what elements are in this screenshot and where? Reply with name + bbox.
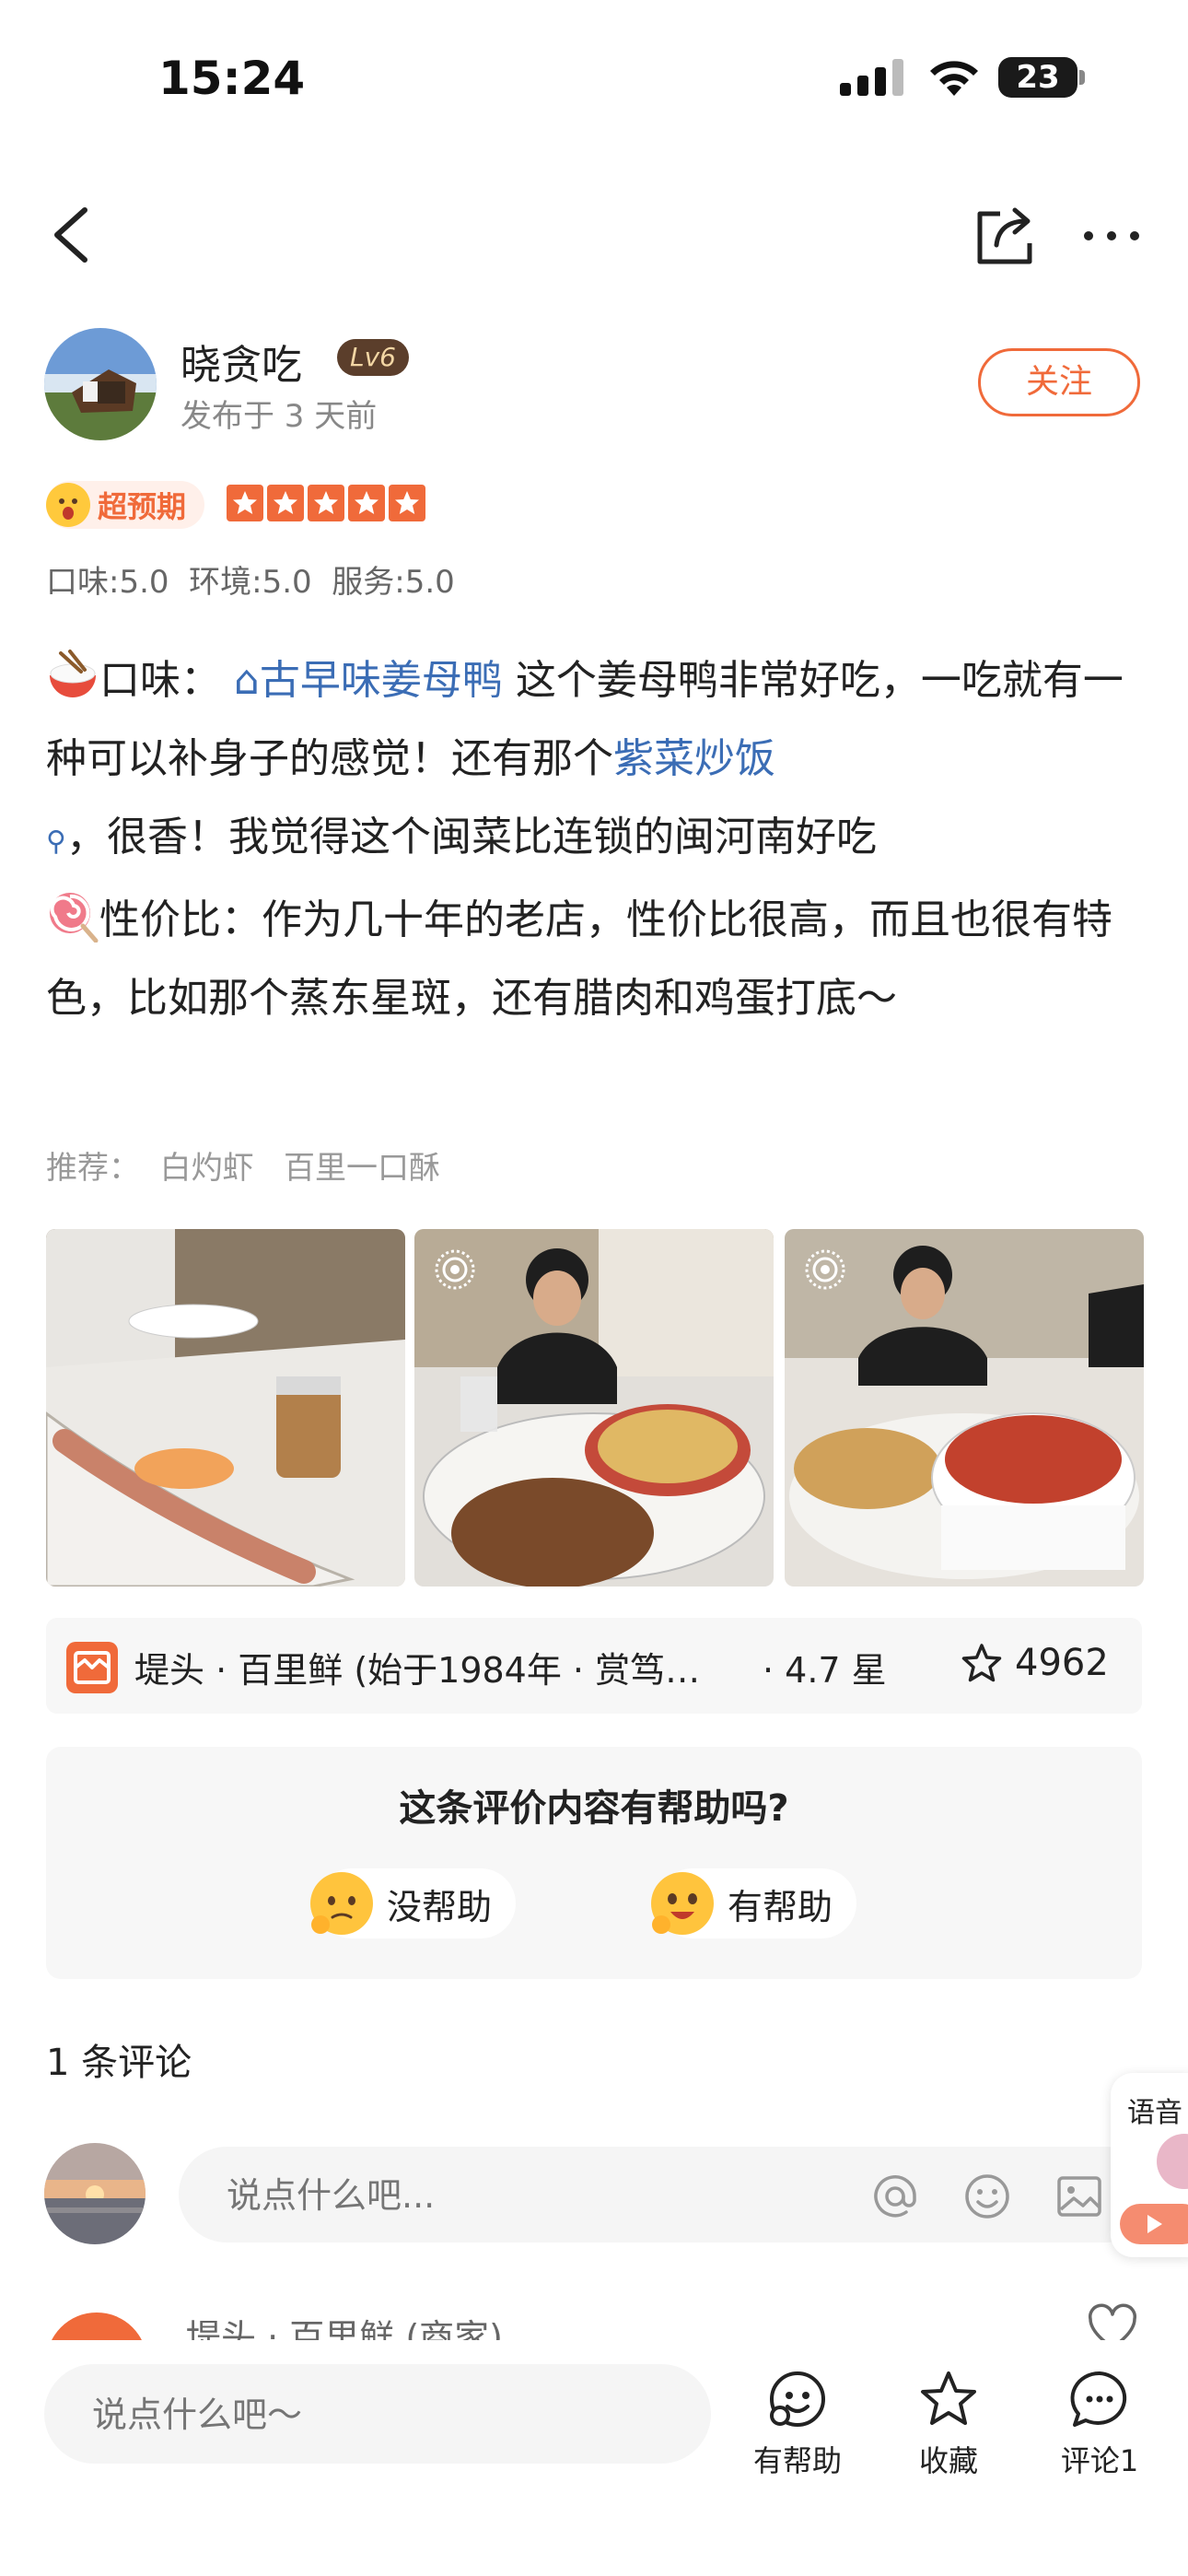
taste-label: 口味： <box>99 657 221 704</box>
exceed-expectation-badge: 超预期 <box>46 481 205 529</box>
value-label: 性价比： <box>99 896 262 943</box>
dish-tag-seaweed-rice[interactable]: 紫菜炒饭 <box>613 735 775 782</box>
voice-avatar <box>1157 2134 1188 2189</box>
collect-action[interactable]: 收藏 <box>884 2368 1013 2480</box>
lollipop-icon <box>50 893 99 943</box>
comment-input[interactable] <box>225 2147 781 2244</box>
star-icon <box>308 485 344 521</box>
comment-bubble-icon <box>1070 2371 1127 2427</box>
review-text: 口味： ⌂古早味姜母鸭 这个姜母鸭非常好吃，一吃就有一种可以补身子的感觉！还有那… <box>46 641 1142 1037</box>
live-photo-icon <box>805 1249 845 1290</box>
shop-card[interactable]: 堤头 · 百里鲜 (始于1984年 · 赏笃… · 4.7 星 4962 <box>46 1618 1142 1714</box>
star-rating <box>227 485 425 521</box>
comment-count: 1 条评论 <box>46 2042 192 2084</box>
author-avatar[interactable] <box>44 328 157 440</box>
star-icon <box>389 485 425 521</box>
exceed-expectation-label: 超预期 <box>98 489 187 524</box>
helpful-action-label: 有帮助 <box>752 2443 842 2478</box>
author-name[interactable]: 晓贪吃 <box>181 332 302 391</box>
dish-tag-ginger-duck[interactable]: ⌂古早味姜母鸭 <box>234 657 503 704</box>
star-icon <box>267 485 304 521</box>
post-time: 发布于 3 天前 <box>181 398 378 435</box>
comment-input-box[interactable] <box>179 2147 1155 2244</box>
wifi-icon <box>930 61 978 96</box>
helpful-action[interactable]: 有帮助 <box>733 2368 862 2480</box>
comment-action[interactable]: 评论1 <box>1035 2368 1164 2480</box>
bottom-action-bar: 有帮助 收藏 评论1 <box>0 2340 1188 2576</box>
helpful-card: 这条评价内容有帮助吗? 没帮助 有帮助 <box>46 1747 1142 1979</box>
shop-icon <box>66 1642 118 1693</box>
helpful-button[interactable]: 有帮助 <box>651 1868 857 1938</box>
cellular-signal-icon <box>840 59 903 96</box>
taste-paragraph: 口味： ⌂古早味姜母鸭 这个姜母鸭非常好吃，一吃就有一种可以补身子的感觉！还有那… <box>46 641 1142 881</box>
share-icon[interactable] <box>973 203 1037 267</box>
star-icon <box>348 485 385 521</box>
battery-tip <box>1079 70 1085 85</box>
level-badge: Lv6 <box>337 339 409 376</box>
search-icon[interactable]: ⚲ <box>46 825 66 858</box>
review-photo-1[interactable] <box>46 1229 405 1587</box>
battery-indicator: 23 <box>998 57 1077 98</box>
more-icon[interactable] <box>1081 217 1142 254</box>
voice-play-icon[interactable] <box>1120 2204 1188 2244</box>
collect-action-label: 收藏 <box>918 2443 978 2478</box>
confused-face-icon <box>310 1872 373 1935</box>
rice-bowl-icon <box>50 650 96 697</box>
bottom-comment-input[interactable] <box>90 2364 665 2465</box>
review-photo-3[interactable] <box>785 1229 1144 1587</box>
shop-name: 堤头 · 百里鲜 (始于1984年 · 赏笃… <box>134 1650 701 1691</box>
shop-favorite-count: 4962 <box>1015 1642 1109 1684</box>
helpful-face-icon <box>770 2371 825 2427</box>
bottom-comment-box[interactable] <box>44 2364 711 2465</box>
image-icon[interactable] <box>1055 2172 1103 2220</box>
chevron-left-icon[interactable] <box>46 203 101 267</box>
star-outline-icon[interactable] <box>960 1642 1004 1686</box>
recommended-dishes: 推荐： 白灼虾 百里一口酥 <box>46 1150 441 1187</box>
not-helpful-label: 没帮助 <box>387 1886 493 1927</box>
sub-scores: 口味:5.0 环境:5.0 服务:5.0 <box>46 564 455 601</box>
value-paragraph: 性价比：作为几十年的老店，性价比很高，而且也很有特色，比如那个蒸东星斑，还有腊肉… <box>46 881 1142 1037</box>
shop-rating: · 4.7 星 <box>763 1650 887 1691</box>
voice-label: 语音 <box>1127 2097 1182 2129</box>
my-avatar <box>44 2143 146 2244</box>
review-photo-2[interactable] <box>414 1229 774 1587</box>
live-photo-icon <box>435 1249 475 1290</box>
star-icon <box>227 485 263 521</box>
star-outline-icon <box>921 2371 976 2425</box>
at-mention-icon[interactable] <box>871 2172 919 2220</box>
emoji-icon[interactable] <box>963 2172 1011 2220</box>
comment-action-label: 评论1 <box>1060 2443 1139 2478</box>
happy-face-icon <box>651 1872 714 1935</box>
not-helpful-button[interactable]: 没帮助 <box>310 1868 517 1938</box>
status-time: 15:24 <box>158 52 306 105</box>
surprised-face-icon <box>46 483 90 527</box>
helpful-question: 这条评价内容有帮助吗? <box>399 1787 789 1830</box>
taste-text-2: ，很香！我觉得这个闽菜比连锁的闽河南好吃 <box>65 814 877 861</box>
voice-floating-tab[interactable]: 语音 <box>1111 2073 1188 2257</box>
follow-button[interactable]: 关注 <box>978 348 1140 416</box>
helpful-label: 有帮助 <box>728 1886 833 1927</box>
